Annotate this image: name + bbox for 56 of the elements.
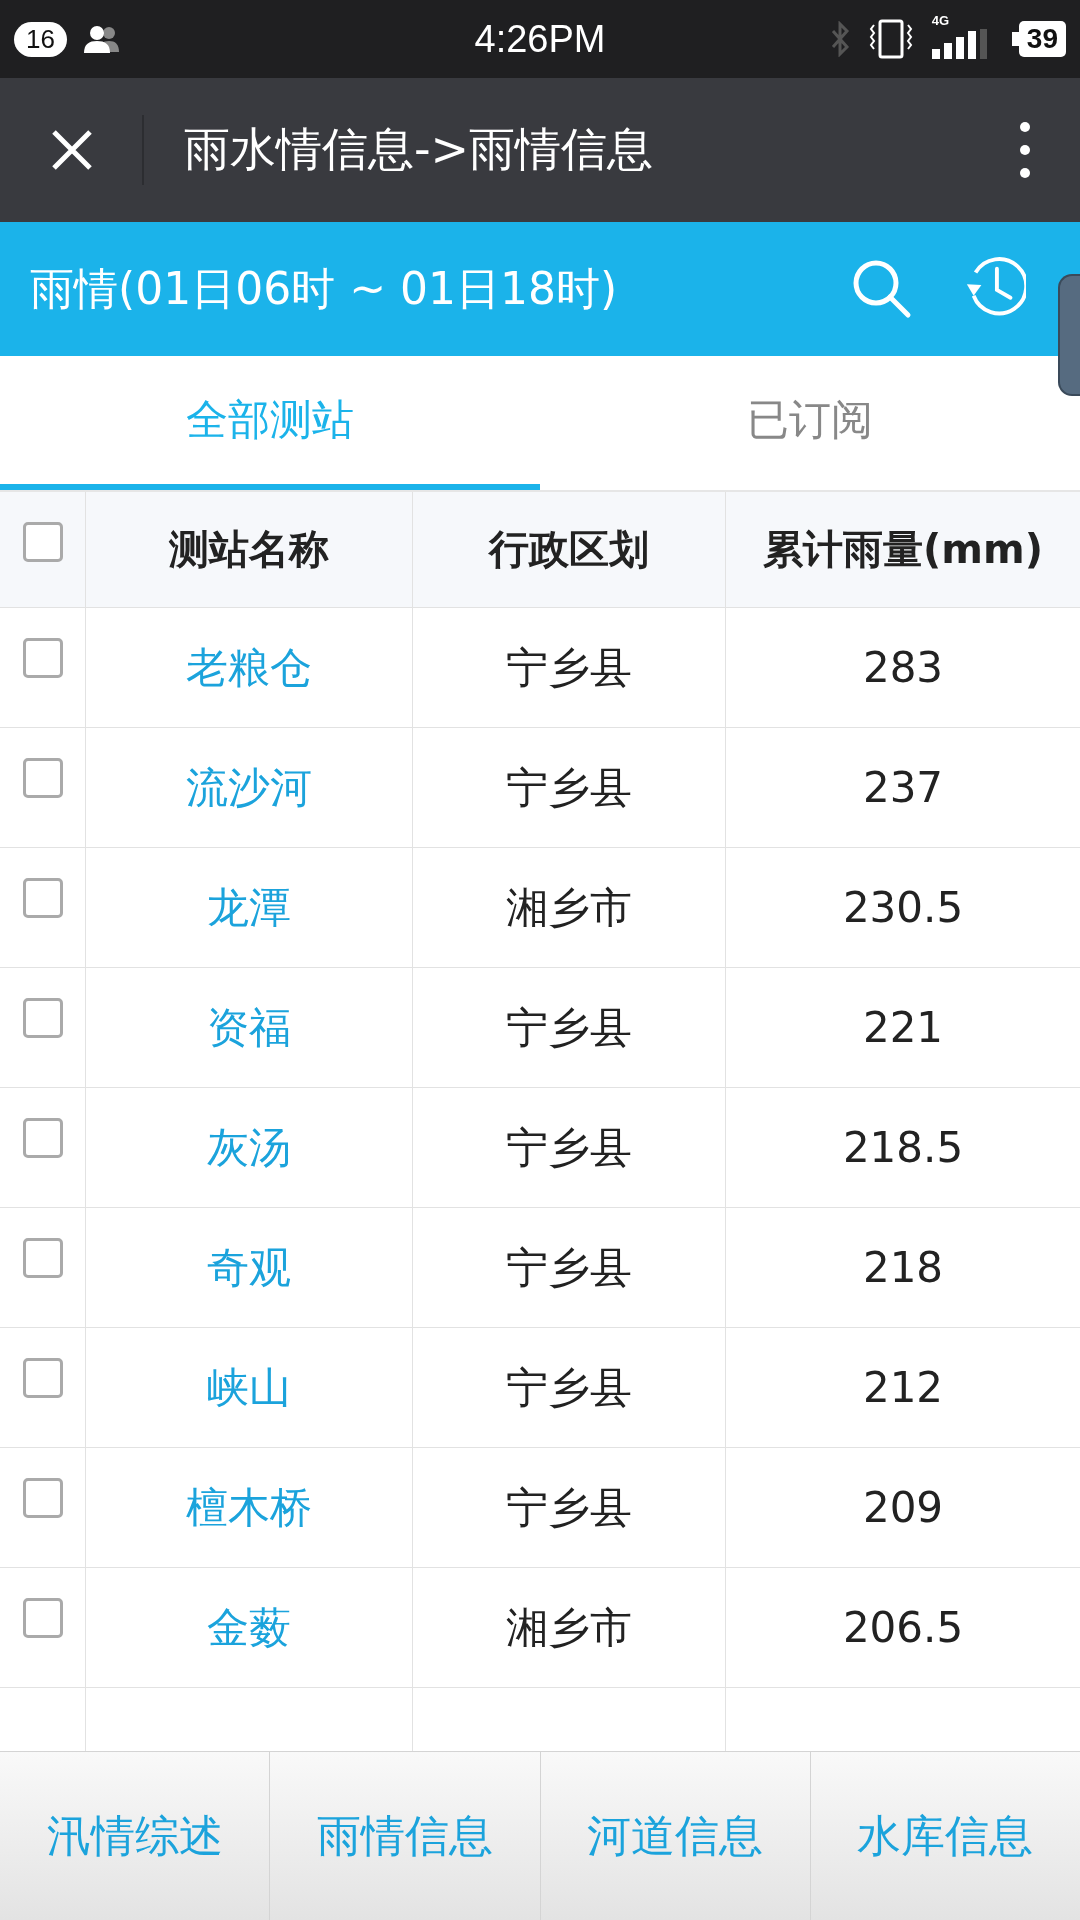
- header-title: 雨情(01日06时 ~ 01日18时): [30, 261, 618, 316]
- row-checkbox[interactable]: [22, 638, 63, 678]
- row-checkbox[interactable]: [22, 758, 63, 798]
- close-icon[interactable]: [50, 128, 94, 172]
- table-cell: 283: [862, 643, 944, 692]
- table-cell-text: 宁乡县: [506, 1001, 632, 1054]
- nav-button[interactable]: 河道信息: [540, 1752, 811, 1920]
- notification-count: 16: [14, 21, 67, 57]
- network-type: 4G: [931, 13, 950, 28]
- table-cell: 237: [862, 763, 944, 812]
- table-cell-text: 宁乡县: [506, 1481, 632, 1534]
- table-cell: 230.5: [842, 883, 964, 932]
- table-cell-text: 湘乡市: [506, 881, 632, 934]
- column-header: 测站名称: [86, 492, 413, 607]
- more-icon[interactable]: [1020, 122, 1030, 178]
- station-link[interactable]: 老粮仓: [186, 639, 312, 696]
- station-link[interactable]: 奇观: [207, 1239, 291, 1296]
- table-cell: 209: [862, 1483, 944, 1532]
- nav-button[interactable]: 汛情综述: [0, 1752, 271, 1920]
- station-link[interactable]: 檀木桥: [186, 1479, 312, 1536]
- table-cell: 221: [862, 1003, 944, 1052]
- station-link[interactable]: 峡山: [207, 1359, 291, 1416]
- nav-button[interactable]: 水库信息: [810, 1752, 1080, 1920]
- row-checkbox[interactable]: [22, 1478, 63, 1518]
- floating-handle[interactable]: [1058, 274, 1080, 396]
- station-link[interactable]: 流沙河: [186, 759, 312, 816]
- select-all-checkbox[interactable]: [22, 522, 63, 562]
- table-cell-text: 宁乡县: [506, 641, 632, 694]
- nav-button[interactable]: 雨情信息: [270, 1752, 541, 1920]
- table-cell-text: 湘乡市: [506, 1601, 632, 1654]
- column-header: 累计雨量(mm): [762, 525, 1044, 574]
- table-cell-text: 宁乡县: [506, 1361, 632, 1414]
- table-cell: 218: [862, 1243, 944, 1292]
- table-cell-text: 宁乡县: [506, 1121, 632, 1174]
- table-cell: 218.5: [842, 1123, 964, 1172]
- table-cell-text: 宁乡县: [506, 761, 632, 814]
- signal-icon: [931, 29, 988, 59]
- station-link[interactable]: 资福: [207, 999, 291, 1056]
- station-link[interactable]: 金薮: [207, 1599, 291, 1656]
- bluetooth-icon: [829, 21, 850, 57]
- page-title: 雨水情信息->雨情信息: [184, 121, 654, 178]
- table-cell: 206.5: [842, 1603, 964, 1652]
- row-checkbox[interactable]: [22, 878, 63, 918]
- vibrate-icon: [867, 19, 914, 59]
- table-cell-text: 宁乡县: [506, 1241, 632, 1294]
- row-checkbox[interactable]: [22, 1238, 63, 1278]
- search-icon[interactable]: [852, 259, 912, 319]
- table-cell: 212: [862, 1363, 944, 1412]
- column-header: 行政区划: [413, 492, 726, 607]
- row-checkbox[interactable]: [22, 1118, 63, 1158]
- row-checkbox[interactable]: [22, 1598, 63, 1638]
- row-checkbox[interactable]: [22, 998, 63, 1038]
- row-checkbox[interactable]: [22, 1358, 63, 1398]
- clock-time: 4:26PM: [474, 17, 606, 61]
- station-link[interactable]: 龙潭: [207, 879, 291, 936]
- station-link[interactable]: 灰汤: [207, 1119, 291, 1176]
